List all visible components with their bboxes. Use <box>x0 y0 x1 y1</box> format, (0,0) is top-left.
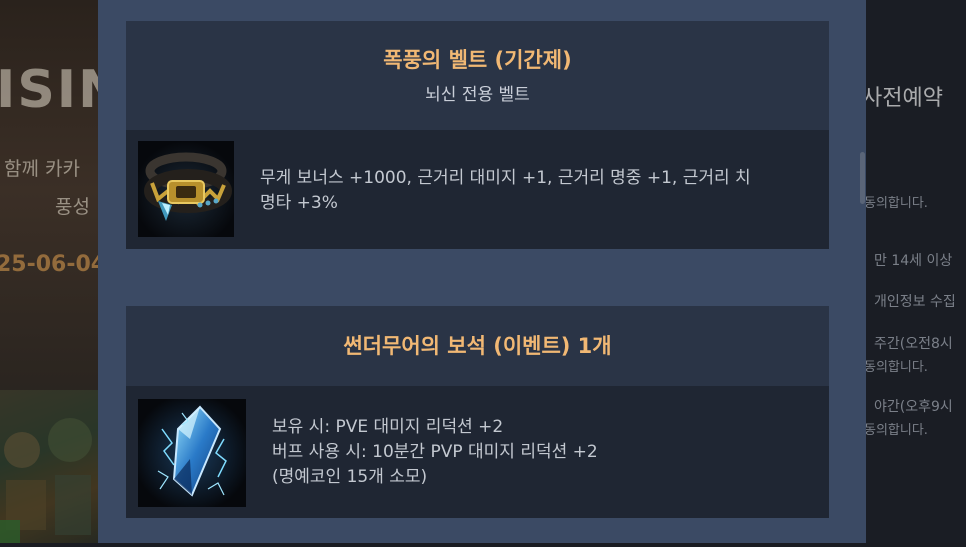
thundermoor-gem-icon <box>138 399 246 507</box>
consent-text: 동의합니다. <box>864 196 928 211</box>
item-card-header: 썬더무어의 보석 (이벤트) 1개 <box>126 306 829 386</box>
storm-belt-icon <box>138 141 234 237</box>
item-card-header: 폭풍의 벨트 (기간제) 뇌신 전용 벨트 <box>126 21 829 130</box>
background-date: 25-06-04 <box>0 252 107 277</box>
item-description-line: 무게 보너스 +1000, 근거리 대미지 +1, 근거리 명중 +1, 근거리… <box>260 168 751 188</box>
consent-option: 야간(오후9시 <box>874 399 953 415</box>
item-description: 보유 시: PVE 대미지 리덕션 +2 버프 사용 시: 10분간 PVP 대… <box>272 415 812 490</box>
consent-text: 동의합니다. <box>864 360 928 375</box>
item-description-line: 보유 시: PVE 대미지 리덕션 +2 <box>272 417 504 437</box>
item-description: 무게 보너스 +1000, 근거리 대미지 +1, 근거리 명중 +1, 근거리… <box>260 166 816 216</box>
background-left-panel: ISIN 함께 카카 풍성 25-06-04 <box>0 0 122 543</box>
item-description-line: 명타 +3% <box>260 193 338 213</box>
background-heading: 사전예약 <box>862 86 943 111</box>
background-right-panel: 사전예약 동의합니다. 만 14세 이상 개인정보 수집 주간(오전8시 동의합… <box>862 0 966 543</box>
consent-option: 개인정보 수집 <box>874 294 956 310</box>
background-text: 함께 카카 <box>4 158 80 180</box>
reward-modal[interactable]: 폭풍의 벨트 (기간제) 뇌신 전용 벨트 무게 보너스 +1000, 근거리 … <box>98 0 866 543</box>
item-description-line: (명예코인 15개 소모) <box>272 467 428 487</box>
item-card-body: 무게 보너스 +1000, 근거리 대미지 +1, 근거리 명중 +1, 근거리… <box>126 130 829 249</box>
background-artwork <box>0 390 98 543</box>
item-title: 썬더무어의 보석 (이벤트) 1개 <box>343 334 612 358</box>
background-text: 풍성 <box>55 196 90 218</box>
consent-option: 주간(오전8시 <box>874 336 953 352</box>
consent-text: 동의합니다. <box>864 423 928 438</box>
item-card: 폭풍의 벨트 (기간제) 뇌신 전용 벨트 무게 보너스 +1000, 근거리 … <box>126 21 829 249</box>
consent-option: 만 14세 이상 <box>874 253 953 269</box>
item-description-line: 버프 사용 시: 10분간 PVP 대미지 리덕션 +2 <box>272 442 598 462</box>
item-card: 썬더무어의 보석 (이벤트) 1개 보유 시: PVE 대미지 리덕션 +2 버… <box>126 306 829 518</box>
scrollbar-thumb[interactable] <box>860 152 865 204</box>
item-subtitle: 뇌신 전용 벨트 <box>425 85 530 105</box>
item-card-body: 보유 시: PVE 대미지 리덕션 +2 버프 사용 시: 10분간 PVP 대… <box>126 386 829 518</box>
item-title: 폭풍의 벨트 (기간제) <box>383 48 572 72</box>
